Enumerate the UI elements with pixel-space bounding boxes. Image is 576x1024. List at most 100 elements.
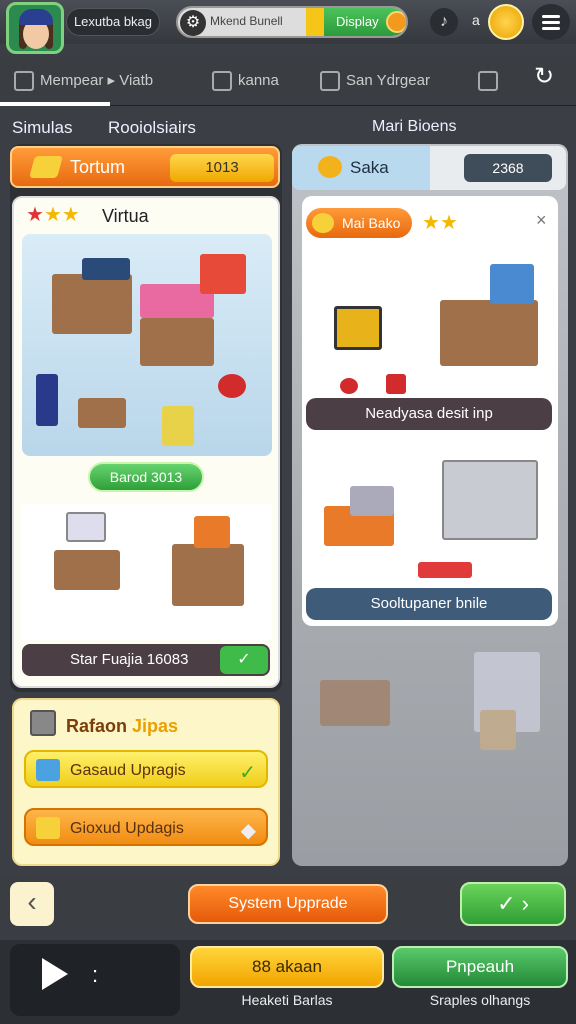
upgrades-title: Rafaon Jipas [66, 716, 178, 737]
currency-label: a [472, 12, 480, 28]
desk-icon [54, 550, 120, 590]
more-icon[interactable]: : [92, 962, 98, 988]
upgrade-icon [36, 759, 60, 781]
ticket-strip-icon [418, 562, 472, 578]
player-name: Lexutba bkag [66, 8, 160, 36]
box-icon [36, 817, 60, 839]
refresh-icon[interactable]: ↻ [534, 64, 554, 90]
module-label: Mai Bako [342, 215, 401, 231]
upgrades-title-b: Jipas [132, 716, 179, 736]
check-icon: ✓ [239, 762, 256, 784]
close-icon[interactable]: × [536, 210, 547, 231]
shelf-icon [442, 460, 538, 540]
table-icon [78, 398, 126, 428]
grid-icon [14, 71, 34, 92]
left-header-title: Tortum [70, 157, 126, 177]
cube-icon [30, 710, 56, 736]
module-scene-1[interactable] [306, 240, 552, 394]
close-box-icon [212, 71, 232, 92]
star-icon: ★ [439, 212, 458, 234]
yellow-action-button[interactable]: 88 akaan [190, 946, 384, 988]
system-upgrade-button[interactable]: System Upprade [188, 884, 388, 924]
section-label-simulas: Simulas [12, 118, 73, 137]
faded-scene [300, 640, 560, 852]
tab-label: San Ydrgear [346, 72, 430, 89]
box-icon [480, 710, 516, 750]
right-header-title: Saka [350, 158, 389, 177]
truck-cargo-icon [350, 486, 394, 516]
tab-kanna[interactable]: kanna [212, 68, 279, 94]
gold-coin-icon[interactable] [488, 4, 524, 40]
ticket-icon [29, 156, 63, 178]
heart-icon [340, 378, 358, 394]
back-button[interactable]: ‹ [10, 882, 54, 926]
coin-icon [386, 11, 406, 33]
rating-stars: ★★★ [26, 202, 80, 227]
crate-icon [162, 406, 194, 446]
green-button-caption: Sraples olhangs [429, 992, 531, 1008]
left-status-bar: Star Fuajia 16083 ✓ [22, 644, 270, 676]
shelf-icon [200, 254, 246, 294]
tab-manager[interactable]: Mempear ▸ Viatb [14, 68, 153, 94]
sign-icon [82, 258, 130, 280]
section-label-mid: Rooiolsiairs [108, 118, 196, 137]
counter-icon [440, 300, 538, 366]
star-icon: ★ [26, 204, 44, 226]
menu-icon[interactable] [532, 4, 570, 40]
right-panel-header[interactable]: Saka 2368 [292, 146, 566, 190]
display-icon [490, 264, 534, 304]
tab-label: Mempear ▸ Viatb [40, 72, 154, 89]
player-avatar[interactable] [6, 2, 64, 54]
gear-icon[interactable]: ⚙ [180, 10, 206, 36]
module-status-1: Neadyasa desit inp [306, 398, 552, 430]
upgrade-button-1[interactable]: Gasaud Upragis ✓ [24, 750, 268, 788]
left-panel-header[interactable]: Tortum 1013 [10, 146, 280, 188]
coin-icon [312, 213, 334, 233]
station-scene[interactable] [22, 504, 272, 640]
harp-icon[interactable]: ♪ [430, 8, 458, 36]
active-tab-indicator [0, 102, 110, 106]
left-status-text: Star Fuajia 16083 [70, 651, 189, 668]
confirm-check-button[interactable]: ✓ [220, 646, 268, 674]
module-pill[interactable]: Mai Bako [306, 208, 412, 238]
eraser-icon: ◆ [240, 820, 256, 842]
tab-doc[interactable] [478, 68, 504, 94]
left-header-value: 1013 [170, 154, 274, 182]
search-text: Mkend Bunell [210, 14, 283, 28]
star-icon: ★ [43, 204, 62, 226]
fridge-icon [36, 374, 58, 426]
bonus-button[interactable]: Barod 3013 [88, 462, 204, 492]
module-scene-2[interactable] [306, 440, 552, 584]
section-label-right: Mari Bioens [372, 118, 457, 135]
tag-icon [306, 8, 324, 36]
yellow-button-caption: Heaketi Barlas [241, 992, 333, 1008]
upgrades-title-a: Rafaon [66, 716, 128, 736]
rating-stars: ★★ [422, 210, 458, 235]
star-icon: ★ [61, 204, 80, 226]
register-icon [194, 516, 230, 548]
green-action-button[interactable]: Pnpeauh [392, 946, 568, 988]
module-status-2: Sooltupaner bnile [306, 588, 552, 620]
document-icon [478, 71, 498, 92]
right-header-value: 2368 [464, 154, 552, 182]
upgrade-label: Gioxud Updagis [70, 820, 184, 837]
tab-san-ydrgear[interactable]: San Ydrgear [320, 68, 430, 94]
star-icon: ★ [422, 212, 440, 234]
trophy-icon [318, 156, 342, 178]
bench-icon [320, 680, 390, 726]
tool-icon [320, 71, 340, 92]
cart-icon [218, 374, 246, 398]
counter-icon [140, 318, 214, 366]
monitor-icon [66, 512, 106, 542]
counter-icon [52, 274, 132, 334]
search-bar[interactable]: ⚙ Mkend Bunell Display [176, 6, 408, 38]
upgrade-label: Gasaud Upragis [70, 762, 186, 779]
confirm-next-button[interactable]: ✓ › [460, 882, 566, 926]
play-icon[interactable] [42, 958, 68, 990]
generator-icon [334, 306, 382, 350]
gift-icon [386, 374, 406, 394]
card-title: Virtua [102, 206, 149, 226]
desk-icon [172, 544, 244, 606]
store-scene[interactable] [22, 234, 272, 456]
upgrade-button-2[interactable]: Gioxud Updagis ◆ [24, 808, 268, 846]
